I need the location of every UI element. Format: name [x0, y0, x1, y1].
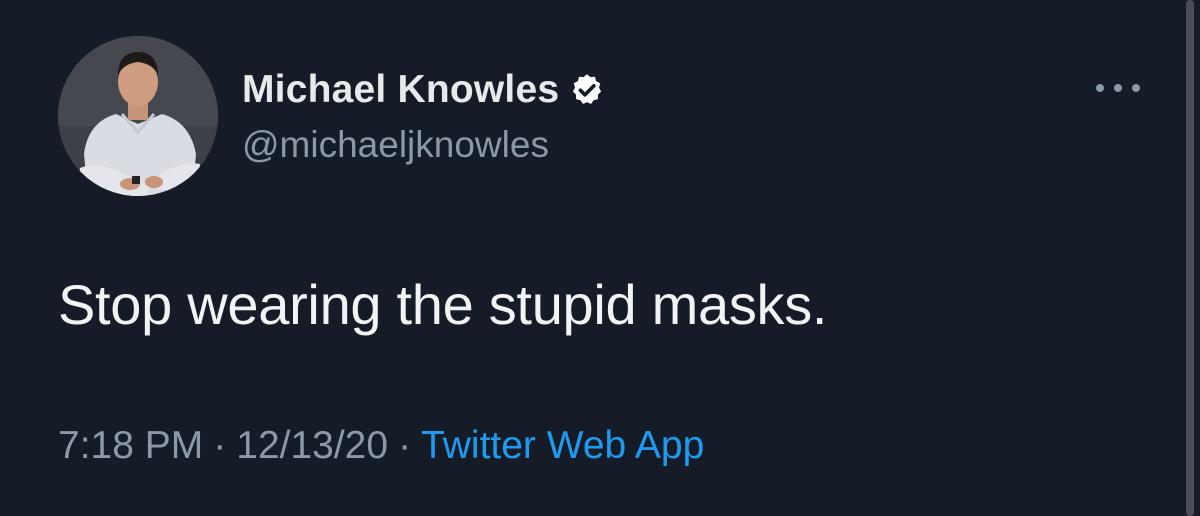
tweet-date[interactable]: 12/13/20: [236, 424, 388, 467]
author-name-row[interactable]: Michael Knowles: [242, 66, 605, 114]
meta-separator: ·: [398, 424, 412, 467]
more-horizontal-icon: [1096, 84, 1104, 92]
verified-badge-icon: [569, 72, 605, 108]
tweet-card: Michael Knowles @michaeljknowles Stop we…: [0, 0, 1200, 516]
tweet-source-link[interactable]: Twitter Web App: [421, 424, 704, 467]
author-display-name[interactable]: Michael Knowles: [242, 68, 559, 112]
tweet-meta: 7:18 PM · 12/13/20 · Twitter Web App: [58, 424, 704, 468]
scrollbar[interactable]: [1186, 0, 1194, 516]
tweet-text: Stop wearing the stupid masks.: [58, 273, 828, 336]
more-options-button[interactable]: [1096, 78, 1140, 98]
more-horizontal-icon: [1114, 84, 1122, 92]
avatar[interactable]: [58, 36, 218, 196]
more-horizontal-icon: [1132, 84, 1140, 92]
tweet-time[interactable]: 7:18 PM: [58, 424, 203, 467]
avatar-photo: [58, 36, 218, 196]
meta-separator: ·: [213, 424, 227, 467]
author-handle[interactable]: @michaeljknowles: [242, 124, 549, 166]
